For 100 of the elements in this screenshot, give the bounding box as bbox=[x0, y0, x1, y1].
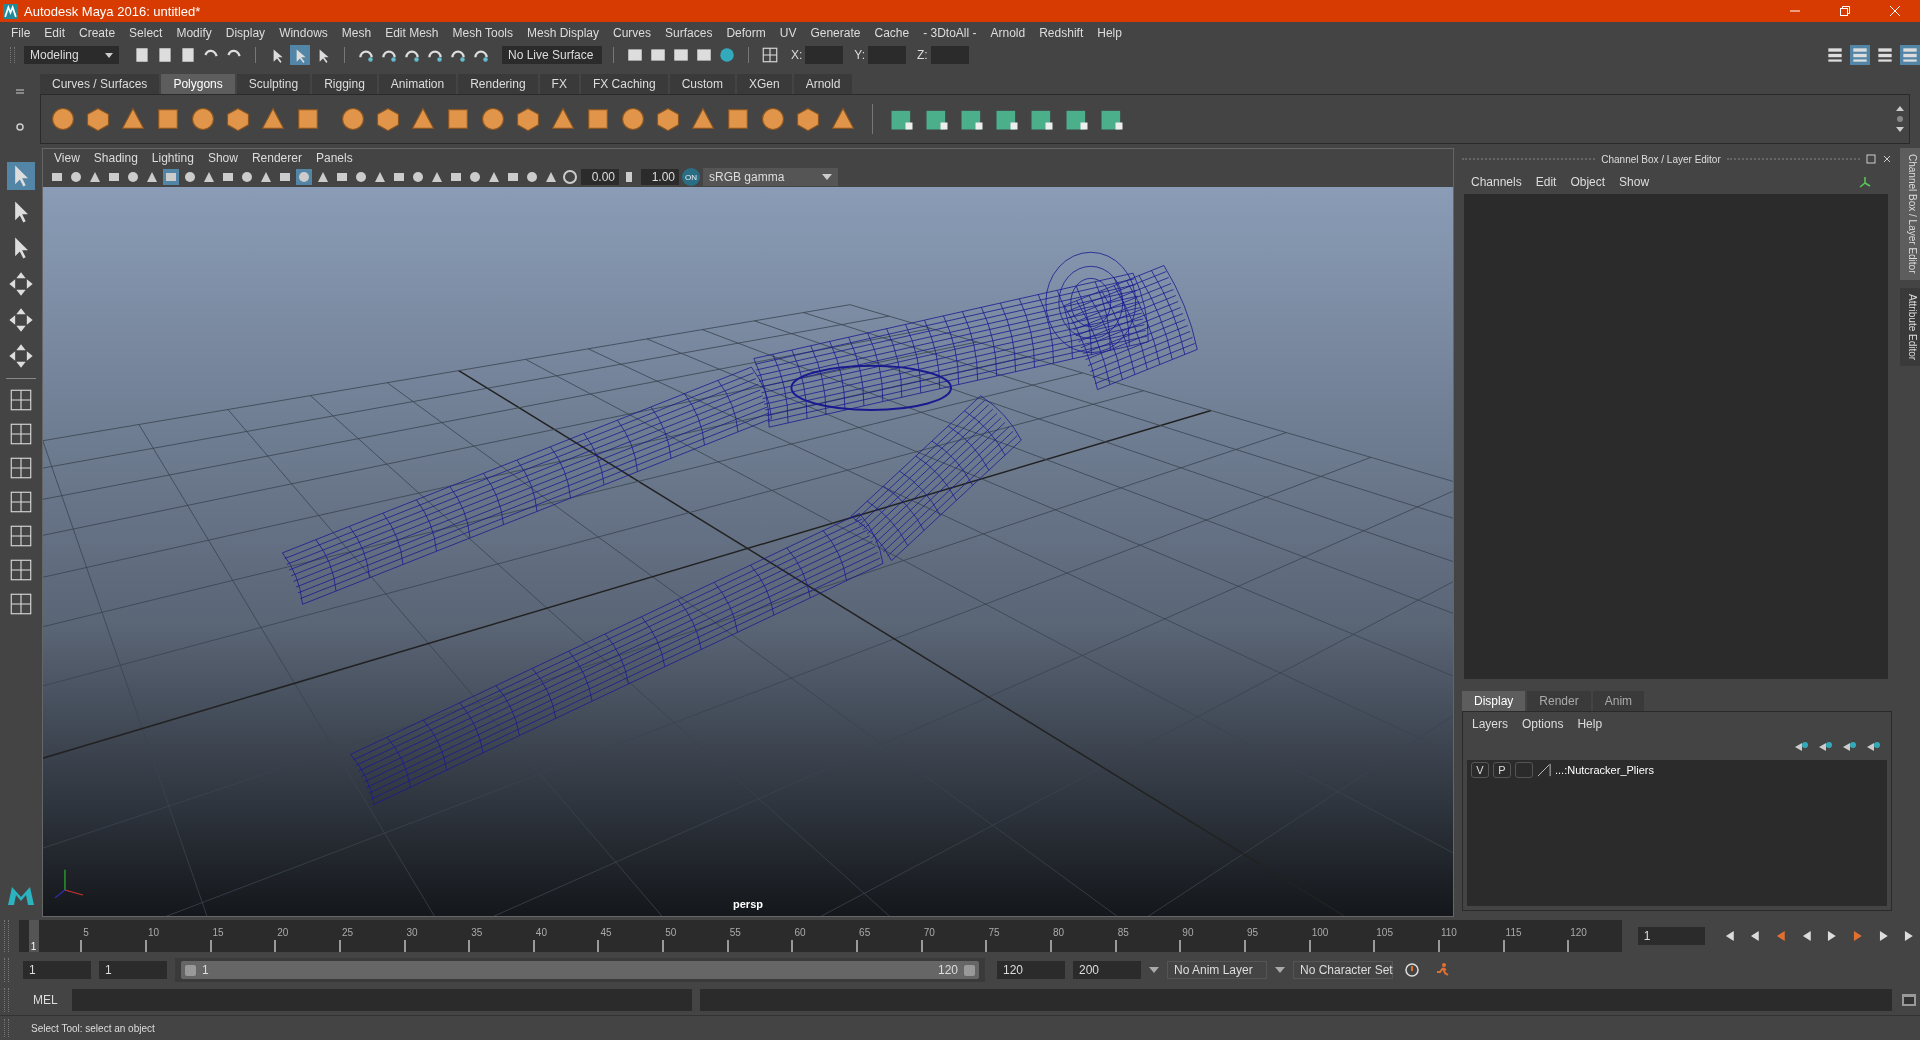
menu-item[interactable]: Windows bbox=[272, 26, 335, 40]
playback-toggle[interactable]: P bbox=[1493, 762, 1511, 778]
layer-name[interactable]: ...:Nutcracker_Pliers bbox=[1555, 764, 1655, 776]
shelf-tab[interactable]: FX Caching bbox=[580, 74, 668, 94]
anim-layer-dropdown[interactable]: No Anim Layer bbox=[1167, 961, 1267, 979]
layer-menu-item[interactable]: Layers bbox=[1465, 717, 1516, 731]
close-icon[interactable] bbox=[1882, 154, 1892, 164]
caret-icon[interactable] bbox=[1149, 967, 1159, 973]
caret-icon[interactable] bbox=[1275, 967, 1285, 973]
four-view-icon[interactable] bbox=[8, 421, 34, 447]
y-field[interactable] bbox=[868, 46, 907, 64]
auto-key-icon[interactable] bbox=[1404, 962, 1420, 978]
menu-item[interactable]: - 3DtoAll - bbox=[916, 26, 984, 40]
frame-number: 105 bbox=[1376, 927, 1393, 938]
shelf-tab[interactable]: Animation bbox=[378, 74, 457, 94]
current-frame-marker[interactable]: 1 bbox=[28, 920, 39, 952]
menu-item[interactable]: Edit bbox=[37, 26, 73, 40]
settings-icon[interactable] bbox=[15, 121, 25, 132]
layer-editor-tab[interactable]: Anim bbox=[1592, 691, 1645, 711]
menu-icon[interactable] bbox=[15, 86, 25, 97]
frame-number: 45 bbox=[600, 927, 612, 938]
shelf-tab[interactable]: Rigging bbox=[312, 74, 377, 94]
frame-number: 65 bbox=[859, 927, 871, 938]
panel-menu-item[interactable]: View bbox=[47, 151, 87, 165]
color-space-dropdown[interactable]: sRGB gamma bbox=[703, 168, 838, 186]
restore-icon[interactable] bbox=[1839, 5, 1851, 17]
channel-box-menu-item[interactable]: Channels bbox=[1464, 175, 1529, 189]
menu-item[interactable]: Mesh Tools bbox=[445, 26, 520, 40]
exposure-icon[interactable] bbox=[562, 169, 578, 185]
playback-start-field[interactable]: 1 bbox=[99, 961, 167, 979]
panel-menu-item[interactable]: Panels bbox=[308, 151, 360, 165]
side-tab[interactable]: Channel Box / Layer Editor bbox=[1900, 148, 1920, 280]
time-slider[interactable]: 1 5 10 15 20 25 30 35 40 45 50 55 60 65 70 75 80 85 90 95 100 105 110 115 120 bbox=[18, 920, 1622, 952]
menu-item[interactable]: UV bbox=[772, 26, 804, 40]
current-frame-field[interactable]: 1 bbox=[1637, 927, 1705, 945]
command-input-field[interactable] bbox=[71, 989, 692, 1011]
viewport[interactable]: persp bbox=[43, 187, 1453, 916]
shelf-tab[interactable]: FX bbox=[539, 74, 579, 94]
shelf-tab[interactable]: Curves / Surfaces bbox=[40, 74, 160, 94]
menu-item[interactable]: Edit Mesh bbox=[378, 26, 446, 40]
channel-box-menu-item[interactable]: Object bbox=[1563, 175, 1613, 189]
menu-item[interactable]: Mesh Display bbox=[520, 26, 607, 40]
shelf-tab[interactable]: Rendering bbox=[458, 74, 538, 94]
menu-item[interactable]: Mesh bbox=[334, 26, 379, 40]
visibility-toggle[interactable]: V bbox=[1471, 762, 1489, 778]
mode-dropdown[interactable]: Modeling bbox=[24, 46, 119, 64]
frame-number: 85 bbox=[1117, 927, 1129, 938]
menu-item[interactable]: Arnold bbox=[983, 26, 1033, 40]
menu-item[interactable]: Display bbox=[218, 26, 273, 40]
display-type-toggle[interactable] bbox=[1515, 762, 1533, 778]
color-management-toggle[interactable]: ON bbox=[682, 168, 700, 186]
channel-box-menu-item[interactable]: Edit bbox=[1528, 175, 1564, 189]
layer-editor-tab[interactable]: Display bbox=[1462, 691, 1526, 711]
shelf-tab[interactable]: Custom bbox=[669, 74, 735, 94]
menu-item[interactable]: Select bbox=[122, 26, 170, 40]
command-language-label[interactable]: MEL bbox=[21, 993, 66, 1007]
z-field[interactable] bbox=[930, 46, 969, 64]
shelf-tab[interactable]: Polygons bbox=[161, 74, 235, 94]
camera-label: persp bbox=[733, 898, 763, 910]
playback-end-field[interactable]: 120 bbox=[997, 961, 1065, 979]
panel-menu-item[interactable]: Shading bbox=[86, 151, 145, 165]
y-label: Y: bbox=[854, 48, 866, 62]
menu-item[interactable]: Cache bbox=[867, 26, 917, 40]
layer-menu-item[interactable]: Help bbox=[1570, 717, 1610, 731]
shelf-tab[interactable]: Sculpting bbox=[236, 74, 311, 94]
layer-menu-item[interactable]: Options bbox=[1515, 717, 1571, 731]
shelf-tab[interactable]: XGen bbox=[736, 74, 792, 94]
side-tab[interactable]: Attribute Editor bbox=[1900, 287, 1920, 366]
start-time-field[interactable]: 1 bbox=[23, 961, 91, 979]
script-editor-icon[interactable] bbox=[1901, 992, 1917, 1008]
menu-item[interactable]: Deform bbox=[719, 26, 773, 40]
panel-menu-item[interactable]: Lighting bbox=[144, 151, 201, 165]
running-figure-icon[interactable] bbox=[1434, 962, 1450, 978]
panel-title: Channel Box / Layer Editor bbox=[1601, 153, 1721, 165]
menu-item[interactable]: Create bbox=[72, 26, 123, 40]
gamma-field[interactable]: 1.00 bbox=[641, 169, 679, 185]
menu-item[interactable]: Curves bbox=[606, 26, 659, 40]
exposure-field[interactable]: 0.00 bbox=[581, 169, 619, 185]
menu-item[interactable]: Surfaces bbox=[658, 26, 720, 40]
axis-icon bbox=[54, 869, 84, 899]
axes-icon[interactable] bbox=[1858, 175, 1872, 189]
panel-menu-item[interactable]: Renderer bbox=[244, 151, 309, 165]
menu-item[interactable]: Generate bbox=[803, 26, 868, 40]
shelf-tab[interactable]: Arnold bbox=[793, 74, 853, 94]
character-set-dropdown[interactable]: No Character Set bbox=[1293, 961, 1393, 979]
menu-item[interactable]: File bbox=[4, 26, 38, 40]
menu-item[interactable]: Modify bbox=[169, 26, 219, 40]
end-time-field[interactable]: 200 bbox=[1073, 961, 1141, 979]
menu-item[interactable]: Redshift bbox=[1032, 26, 1091, 40]
panel-menu-item[interactable]: Show bbox=[200, 151, 245, 165]
layer-editor-tab[interactable]: Render bbox=[1527, 691, 1591, 711]
sphere-icon[interactable] bbox=[49, 105, 77, 133]
frame-number: 75 bbox=[988, 927, 1000, 938]
x-field[interactable] bbox=[805, 46, 844, 64]
menu-item[interactable]: Help bbox=[1090, 26, 1129, 40]
channel-box-menu-item[interactable]: Show bbox=[1612, 175, 1657, 189]
frame-number: 25 bbox=[341, 927, 353, 938]
range-slider[interactable]: 1 120 bbox=[181, 961, 979, 979]
float-icon[interactable] bbox=[1866, 154, 1876, 164]
live-surface-field[interactable]: No Live Surface bbox=[502, 46, 602, 64]
